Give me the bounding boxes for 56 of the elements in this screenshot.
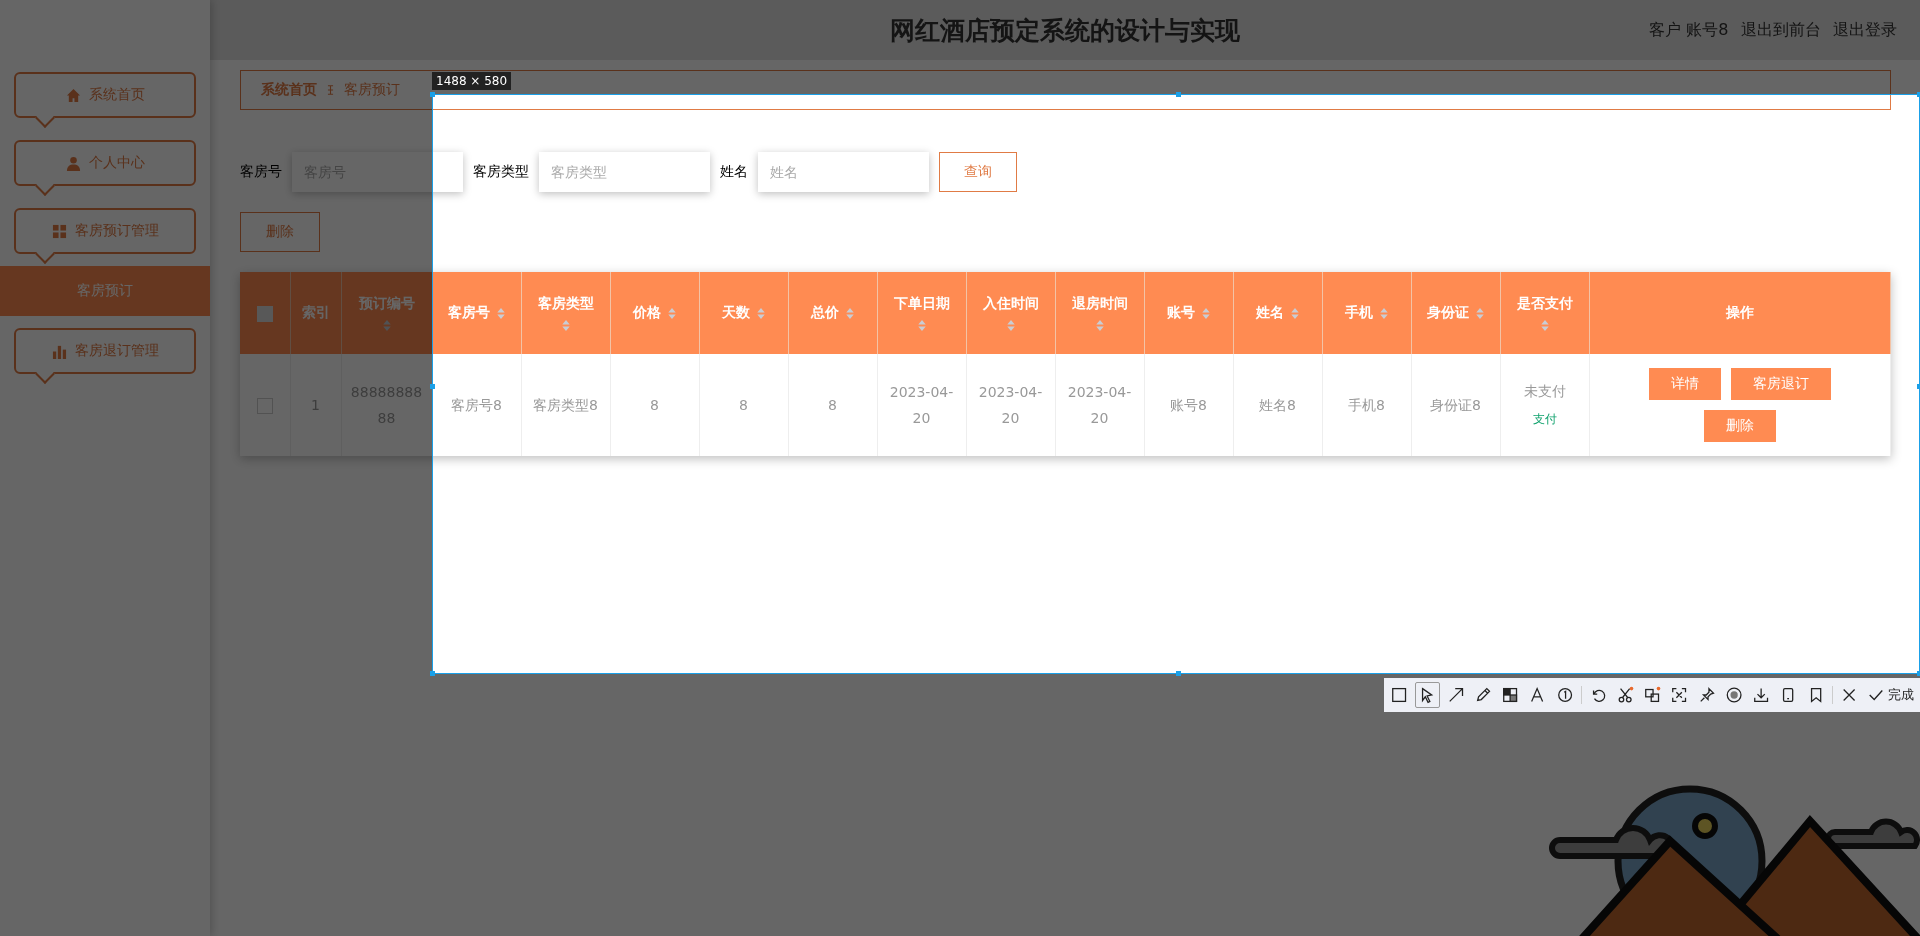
column-header[interactable]: 下单日期	[877, 272, 966, 354]
row-action-button[interactable]: 详情	[1648, 368, 1721, 400]
table-cell: 身份证8	[1430, 397, 1481, 413]
delete-button[interactable]: 删除	[240, 212, 320, 252]
header-link[interactable]: 退出登录	[1832, 19, 1897, 41]
table-cell: 客房类型8	[533, 397, 598, 413]
column-header[interactable]: 入住时间	[966, 272, 1055, 354]
column-header[interactable]: 手机	[1322, 272, 1411, 354]
column-header[interactable]: 预订编号	[341, 272, 432, 354]
breadcrumb-link[interactable]: 客房预订	[344, 81, 400, 99]
table-cell: 8	[828, 397, 837, 413]
user-account-label: 客户 账号8	[1649, 19, 1729, 41]
column-header[interactable]: 客房号	[432, 272, 521, 354]
row-action-button[interactable]: 客房退订	[1730, 368, 1831, 400]
table-cell: 2023-04-20	[1067, 384, 1132, 426]
user-icon	[65, 155, 81, 171]
table-cell: 账号8	[1170, 397, 1207, 413]
search-field[interactable]: 客房类型	[539, 152, 710, 192]
column-header[interactable]: 价格	[610, 272, 699, 354]
search-label: 客房类型	[473, 163, 529, 181]
page-title: 网红酒店预定系统的设计与实现	[890, 14, 1241, 47]
breadcrumb-link[interactable]: 系统首页	[261, 81, 317, 99]
table-cell: 客房号8	[451, 397, 502, 413]
column-header[interactable]: 索引	[290, 272, 341, 354]
table-cell: 8	[650, 397, 659, 413]
grid-icon	[51, 223, 67, 239]
table-cell: 2023-04-20	[889, 384, 954, 426]
column-header[interactable]: 操作	[1589, 272, 1890, 354]
search-button[interactable]: 查询	[939, 152, 1017, 192]
separator-icon	[327, 84, 334, 96]
sidebar-submenu-item[interactable]: 客房预订	[0, 266, 210, 316]
table-cell: 姓名8	[1259, 397, 1296, 413]
search-field[interactable]: 姓名	[758, 152, 929, 192]
search-label: 姓名	[720, 163, 748, 181]
table-cell: 2023-04-20	[978, 384, 1043, 426]
column-header[interactable]: 客房类型	[521, 272, 610, 354]
header-link[interactable]: 退出到前台	[1740, 19, 1821, 41]
home-icon	[65, 87, 81, 103]
column-header[interactable]: 总价	[788, 272, 877, 354]
column-header[interactable]: 天数	[699, 272, 788, 354]
column-header[interactable]: 姓名	[1233, 272, 1322, 354]
search-label: 客房号	[240, 163, 282, 181]
table-cell: 手机8	[1348, 397, 1385, 413]
done-button[interactable]: 完成	[1865, 686, 1917, 704]
payment-status: 未支付	[1523, 382, 1566, 401]
column-header[interactable]: 是否支付	[1500, 272, 1589, 354]
selection-size-label: 1488 × 580	[432, 72, 512, 90]
column-header[interactable]: 退房时间	[1055, 272, 1144, 354]
column-header[interactable]: 身份证	[1411, 272, 1500, 354]
table-cell: 8	[739, 397, 748, 413]
bar-chart-icon	[51, 343, 67, 359]
select-all-checkbox[interactable]	[256, 305, 273, 322]
row-action-button[interactable]: 删除	[1703, 410, 1776, 442]
pay-link[interactable]: 支付	[1532, 406, 1557, 432]
column-header[interactable]: 账号	[1144, 272, 1233, 354]
cursor-icon[interactable]	[1415, 682, 1440, 708]
